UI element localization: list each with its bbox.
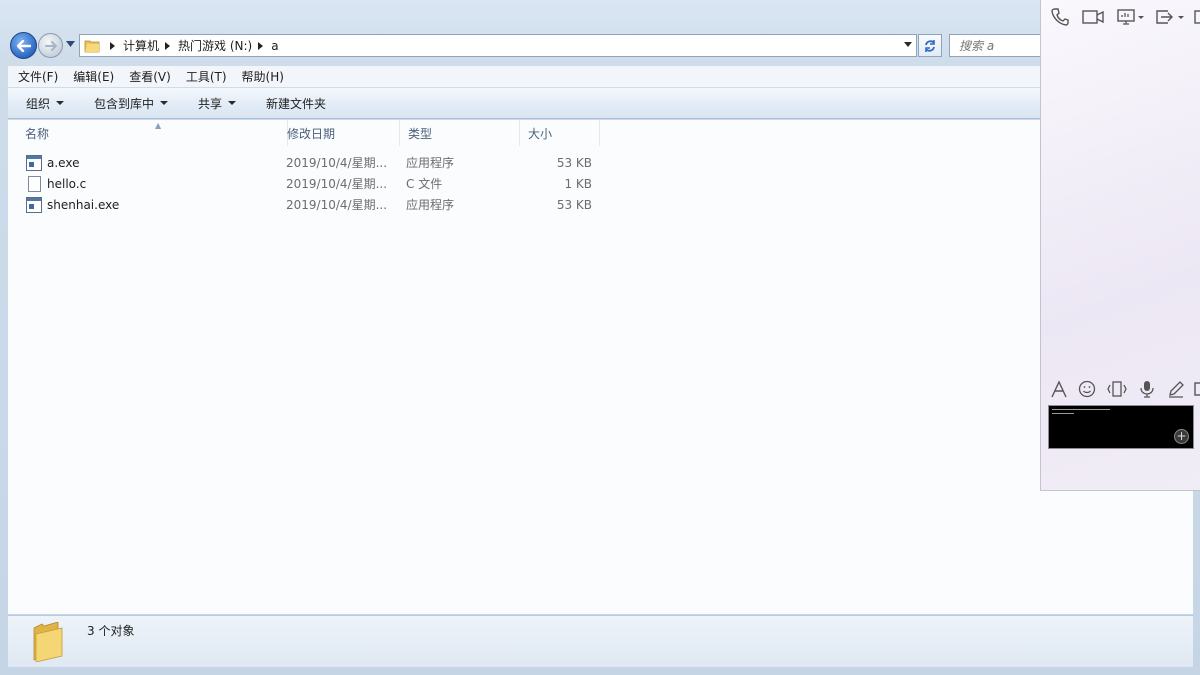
- column-header-name[interactable]: 名称 ▲: [16, 120, 288, 146]
- exe-icon: [26, 196, 42, 213]
- column-header-modified[interactable]: 修改日期: [278, 120, 400, 146]
- menu-file[interactable]: 文件(F): [8, 68, 63, 85]
- include-in-library-label: 包含到库中: [94, 96, 155, 111]
- navigation-bar: 计算机 热门游戏 (N:) a: [0, 29, 1200, 63]
- emoji-icon[interactable]: [1077, 378, 1097, 400]
- share-button[interactable]: 共享: [198, 95, 237, 112]
- item-count: 3 个对象: [87, 624, 135, 638]
- chevron-down-icon: [56, 101, 65, 105]
- shake-icon[interactable]: [1105, 378, 1129, 400]
- arrow-right-icon: [44, 40, 57, 51]
- file-name-cell: shenhai.exe: [26, 194, 119, 215]
- menu-tools[interactable]: 工具(T): [176, 68, 232, 85]
- command-bar: 组织 包含到库中 共享 新建文件夹: [8, 88, 1193, 119]
- menu-help[interactable]: 帮助(H): [232, 68, 289, 85]
- address-dropdown-icon[interactable]: [904, 42, 912, 47]
- share-label: 共享: [198, 96, 223, 111]
- file-modified: 2019/10/4/星期...: [286, 198, 388, 212]
- chat-input-toolbar: [1041, 378, 1200, 400]
- voice-icon[interactable]: [1137, 378, 1157, 400]
- draw-icon[interactable]: [1165, 378, 1187, 400]
- menu-edit[interactable]: 编辑(E): [63, 68, 119, 85]
- breadcrumb-computer[interactable]: 计算机: [123, 37, 159, 54]
- more-icon[interactable]: [1193, 6, 1200, 28]
- file-name: hello.c: [47, 176, 87, 191]
- column-type-label: 类型: [408, 126, 433, 141]
- column-modified-label: 修改日期: [287, 126, 336, 141]
- file-type: 应用程序: [406, 156, 455, 170]
- chevron-down-icon: [228, 101, 237, 105]
- chat-toolbar: [1041, 4, 1200, 30]
- organize-button[interactable]: 组织: [26, 95, 65, 112]
- include-in-library-button[interactable]: 包含到库中: [94, 95, 169, 112]
- file-size: 53 KB: [556, 155, 592, 170]
- file-modified: 2019/10/4/星期...: [286, 177, 388, 191]
- folder-icon: [84, 40, 100, 52]
- file-type: C 文件: [406, 177, 443, 191]
- file-size: 53 KB: [556, 197, 592, 212]
- breadcrumb-drive[interactable]: 热门游戏 (N:): [178, 37, 252, 54]
- column-header-size[interactable]: 大小: [519, 120, 600, 146]
- forward-button[interactable]: [38, 33, 63, 58]
- folder-icon: [33, 622, 63, 662]
- arrow-left-icon: [16, 39, 31, 52]
- menu-bar: 文件(F) 编辑(E) 查看(V) 工具(T) 帮助(H): [8, 66, 1193, 87]
- screen-share-icon[interactable]: [1115, 6, 1147, 28]
- refresh-button[interactable]: [918, 34, 942, 57]
- exe-icon: [26, 154, 42, 171]
- address-bar[interactable]: 计算机 热门游戏 (N:) a: [79, 34, 917, 57]
- file-size: 1 KB: [564, 176, 592, 191]
- file-row[interactable]: a.exe 2019/10/4/星期... 应用程序 53 KB: [8, 152, 608, 173]
- menu-view[interactable]: 查看(V): [119, 68, 176, 85]
- font-icon[interactable]: [1049, 378, 1069, 400]
- chevron-down-icon: [160, 101, 169, 105]
- sort-ascending-icon: ▲: [155, 121, 162, 130]
- column-name-label: 名称: [25, 126, 50, 141]
- recent-pages-dropdown-icon[interactable]: [66, 41, 75, 47]
- breadcrumb-separator-icon[interactable]: [110, 41, 115, 50]
- organize-label: 组织: [26, 96, 51, 111]
- preview-text-line: [1052, 409, 1110, 410]
- refresh-icon: [925, 39, 935, 52]
- file-type: 应用程序: [406, 198, 455, 212]
- breadcrumb-separator-icon[interactable]: [258, 41, 264, 50]
- add-icon[interactable]: +: [1174, 429, 1189, 444]
- file-modified: 2019/10/4/星期...: [286, 156, 388, 170]
- screenshot-thumbnail[interactable]: +: [1048, 405, 1194, 449]
- file-row[interactable]: shenhai.exe 2019/10/4/星期... 应用程序 53 KB: [8, 194, 608, 215]
- back-button[interactable]: [10, 32, 37, 59]
- breadcrumb-folder[interactable]: a: [271, 39, 278, 53]
- file-row[interactable]: hello.c 2019/10/4/星期... C 文件 1 KB: [8, 173, 608, 194]
- file-name-cell: a.exe: [26, 152, 79, 173]
- explorer-window: 计算机 热门游戏 (N:) a 文件(F) 编辑(E) 查看(V) 工具(T) …: [0, 0, 1200, 675]
- preview-text-line: [1052, 413, 1074, 414]
- file-name-cell: hello.c: [26, 173, 86, 194]
- file-name: shenhai.exe: [47, 197, 120, 212]
- breadcrumb-separator-icon[interactable]: [165, 41, 171, 50]
- status-bar: 3 个对象: [8, 615, 1193, 667]
- chat-panel: +: [1040, 0, 1200, 491]
- video-icon[interactable]: [1081, 6, 1105, 28]
- file-name: a.exe: [47, 155, 80, 170]
- screenshot-icon[interactable]: [1193, 378, 1200, 400]
- phone-icon[interactable]: [1049, 6, 1071, 28]
- c-file-icon: [28, 175, 41, 192]
- column-size-label: 大小: [528, 126, 553, 141]
- file-list: 名称 ▲ 修改日期 类型 大小 a.exe 2019/10/4/星期... 应用…: [8, 120, 1193, 614]
- new-folder-label: 新建文件夹: [266, 96, 327, 111]
- search-input[interactable]: [959, 38, 1049, 53]
- transfer-icon[interactable]: [1153, 6, 1187, 28]
- new-folder-button[interactable]: 新建文件夹: [266, 95, 326, 112]
- column-header-type[interactable]: 类型: [399, 120, 520, 146]
